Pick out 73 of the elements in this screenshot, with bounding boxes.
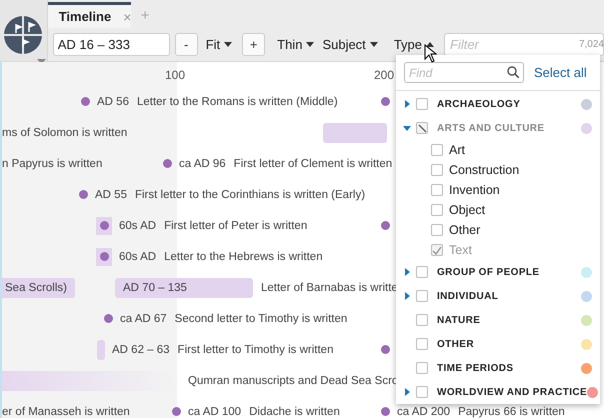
expander-icon[interactable] <box>404 268 410 276</box>
event-date: ca AD 67 <box>120 312 167 324</box>
checkbox[interactable] <box>416 362 428 374</box>
category-label[interactable]: OTHER <box>437 338 581 350</box>
checkbox[interactable] <box>416 386 428 398</box>
event-date: AD 55 <box>95 188 127 200</box>
check-icon <box>432 246 442 254</box>
caret-icon <box>370 42 378 47</box>
event-date: AD 56 <box>97 96 129 108</box>
category-label[interactable]: WORLDVIEW AND PRACTICE <box>437 386 588 398</box>
event-title[interactable]: Letter of Barnabas is writte <box>261 282 398 294</box>
event-title[interactable]: ms of Solomon is written <box>2 126 128 138</box>
select-all-link[interactable]: Select all <box>534 65 587 80</box>
event-dot[interactable] <box>172 407 181 416</box>
event-date: ca AD 100 <box>188 406 242 418</box>
category-label[interactable]: GROUP OF PEOPLE <box>437 266 581 278</box>
category-label[interactable]: TIME PERIODS <box>437 362 581 374</box>
search-icon <box>507 66 519 78</box>
event-date: ca AD 96 <box>179 158 226 170</box>
category-label[interactable]: NATURE <box>437 314 581 326</box>
event-title[interactable]: n Papyrus is written <box>2 158 102 170</box>
event-bar[interactable]: AD 70 – 135 <box>115 278 253 298</box>
checkbox[interactable] <box>416 314 428 326</box>
event-dot[interactable] <box>163 159 172 168</box>
event-title[interactable]: Second letter to Timothy is written <box>174 312 348 324</box>
event-bar[interactable]: Sea Scrolls) <box>2 278 75 298</box>
event-date: AD 62 – 63 <box>112 344 170 356</box>
event-dot[interactable] <box>79 190 88 199</box>
find-field[interactable]: Find <box>404 62 524 83</box>
event-title[interactable]: First letter of Clement is written <box>234 158 392 170</box>
event-title[interactable]: First letter of Peter is written <box>164 220 308 232</box>
expander-icon[interactable] <box>404 100 410 108</box>
event-date: 60s AD <box>119 220 156 232</box>
event-dot[interactable] <box>381 345 390 354</box>
event-dot[interactable] <box>381 97 390 106</box>
event-title[interactable]: er of Manasseh is written <box>2 406 130 418</box>
category-label[interactable]: ARCHAEOLOGY <box>437 98 581 110</box>
partial-check-icon <box>418 124 426 132</box>
scale-label: 200 <box>374 68 394 82</box>
checkbox[interactable] <box>416 290 428 302</box>
event-title[interactable]: Papyrus 66 is written <box>458 406 565 418</box>
date-range-field[interactable]: AD 16 – 333 <box>52 33 170 56</box>
zoom-out-button[interactable]: - <box>174 33 198 56</box>
zoom-in-button[interactable]: + <box>242 33 266 56</box>
event-date: 60s AD <box>119 250 156 262</box>
event-title[interactable]: Letter to the Romans is written (Middle) <box>136 96 338 108</box>
event-marker[interactable] <box>96 248 112 266</box>
checkbox[interactable] <box>416 338 428 350</box>
fit-dropdown[interactable]: Fit <box>206 37 232 52</box>
event-dot[interactable] <box>81 97 90 106</box>
event-date: ca AD 200 <box>397 406 450 418</box>
subject-dropdown[interactable]: Subject <box>322 37 378 52</box>
result-count: 7,024 <box>578 39 604 50</box>
event-title[interactable]: Didache is written <box>249 406 340 418</box>
event-title[interactable]: Letter to the Hebrews is written <box>164 250 323 262</box>
caret-icon <box>224 42 232 47</box>
checkbox[interactable] <box>416 98 428 110</box>
scale-label: 100 <box>164 68 186 82</box>
caret-icon <box>306 42 314 47</box>
category-label[interactable]: INDIVIDUAL <box>437 290 581 302</box>
event-dot[interactable] <box>104 314 113 323</box>
expander-icon[interactable] <box>404 292 410 300</box>
event-marker[interactable] <box>96 216 112 234</box>
event-title[interactable]: First letter to the Corinthians is written (Early) <box>134 188 366 200</box>
event-dot[interactable] <box>381 221 390 230</box>
tab[interactable]: Timeline × <box>48 2 131 28</box>
event-title[interactable]: First letter to Timothy is written <box>178 344 334 356</box>
expander-icon[interactable] <box>404 388 410 396</box>
caret-icon <box>426 42 434 47</box>
event-dot[interactable] <box>381 407 390 416</box>
checkbox[interactable] <box>416 266 428 278</box>
thickness-dropdown[interactable]: Thin <box>277 37 314 52</box>
logo-icon[interactable] <box>4 16 42 54</box>
